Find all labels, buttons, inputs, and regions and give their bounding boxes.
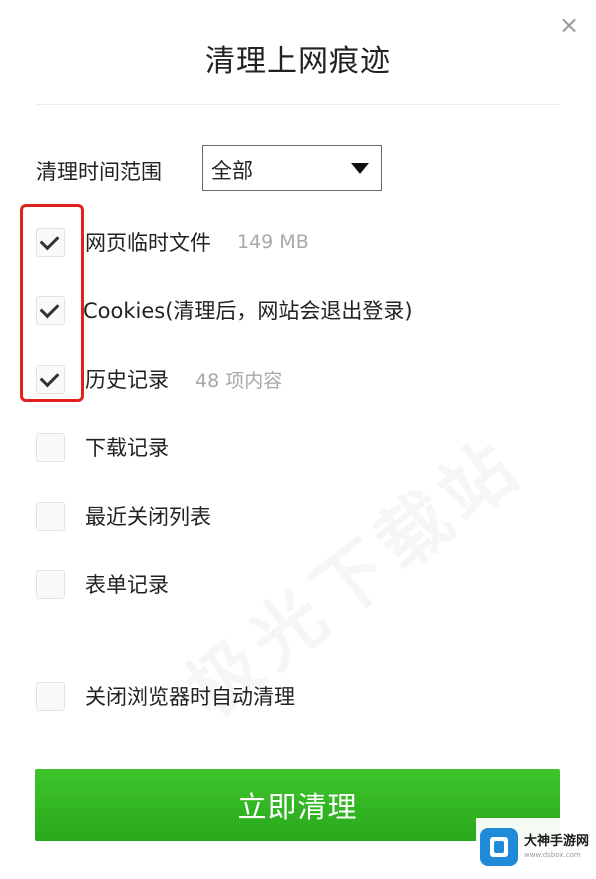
badge-name: 大神手游网 bbox=[524, 834, 590, 849]
option-history[interactable]: 历史记录 48 项内容 bbox=[36, 362, 556, 396]
temp-files-size: 149 MB bbox=[237, 231, 309, 253]
downloads-checkbox[interactable] bbox=[36, 432, 65, 462]
option-temp-files[interactable]: 网页临时文件 149 MB bbox=[36, 225, 556, 259]
checkmark-icon bbox=[39, 367, 60, 387]
option-cookies[interactable]: Cookies(清理后，网站会退出登录) bbox=[36, 293, 556, 327]
close-icon[interactable]: × bbox=[556, 12, 582, 38]
form-data-checkbox[interactable] bbox=[36, 569, 65, 599]
option-label: 最近关闭列表 bbox=[85, 505, 211, 529]
dialog-title: 清理上网痕迹 bbox=[205, 44, 391, 79]
time-range-label: 清理时间范围 bbox=[36, 160, 162, 184]
clean-now-label: 立即清理 bbox=[237, 790, 358, 824]
badge-url: www.dsbox.com bbox=[524, 851, 581, 859]
history-checkbox[interactable] bbox=[36, 364, 65, 394]
option-label: 网页临时文件 bbox=[85, 231, 211, 255]
temp-files-checkbox[interactable] bbox=[36, 227, 65, 257]
option-label: Cookies(清理后，网站会退出登录) bbox=[83, 299, 413, 323]
history-count: 48 项内容 bbox=[195, 369, 283, 392]
option-label: 关闭浏览器时自动清理 bbox=[85, 685, 295, 709]
cookies-checkbox[interactable] bbox=[36, 295, 65, 325]
caret-down-icon bbox=[351, 163, 369, 174]
title-divider bbox=[36, 104, 560, 105]
option-form-data[interactable]: 表单记录 bbox=[36, 567, 556, 601]
checkmark-icon bbox=[39, 298, 60, 318]
site-badge: 大神手游网 www.dsbox.com bbox=[476, 818, 592, 876]
option-recently-closed[interactable]: 最近关闭列表 bbox=[36, 499, 556, 533]
auto-clean-checkbox[interactable] bbox=[36, 681, 65, 711]
option-label: 下载记录 bbox=[85, 436, 169, 460]
cube-logo-icon bbox=[480, 828, 518, 866]
time-range-value: 全部 bbox=[211, 159, 253, 183]
option-label: 历史记录 bbox=[85, 368, 169, 392]
checkmark-icon bbox=[39, 230, 60, 250]
option-auto-clean[interactable]: 关闭浏览器时自动清理 bbox=[36, 679, 556, 713]
option-downloads[interactable]: 下载记录 bbox=[36, 430, 556, 464]
clear-traces-dialog: × 清理上网痕迹 清理时间范围 全部 极光下载站 网页临时文件 149 MB C… bbox=[0, 0, 596, 879]
time-range-select[interactable]: 全部 bbox=[202, 145, 382, 191]
recently-closed-checkbox[interactable] bbox=[36, 501, 65, 531]
option-label: 表单记录 bbox=[85, 573, 169, 597]
